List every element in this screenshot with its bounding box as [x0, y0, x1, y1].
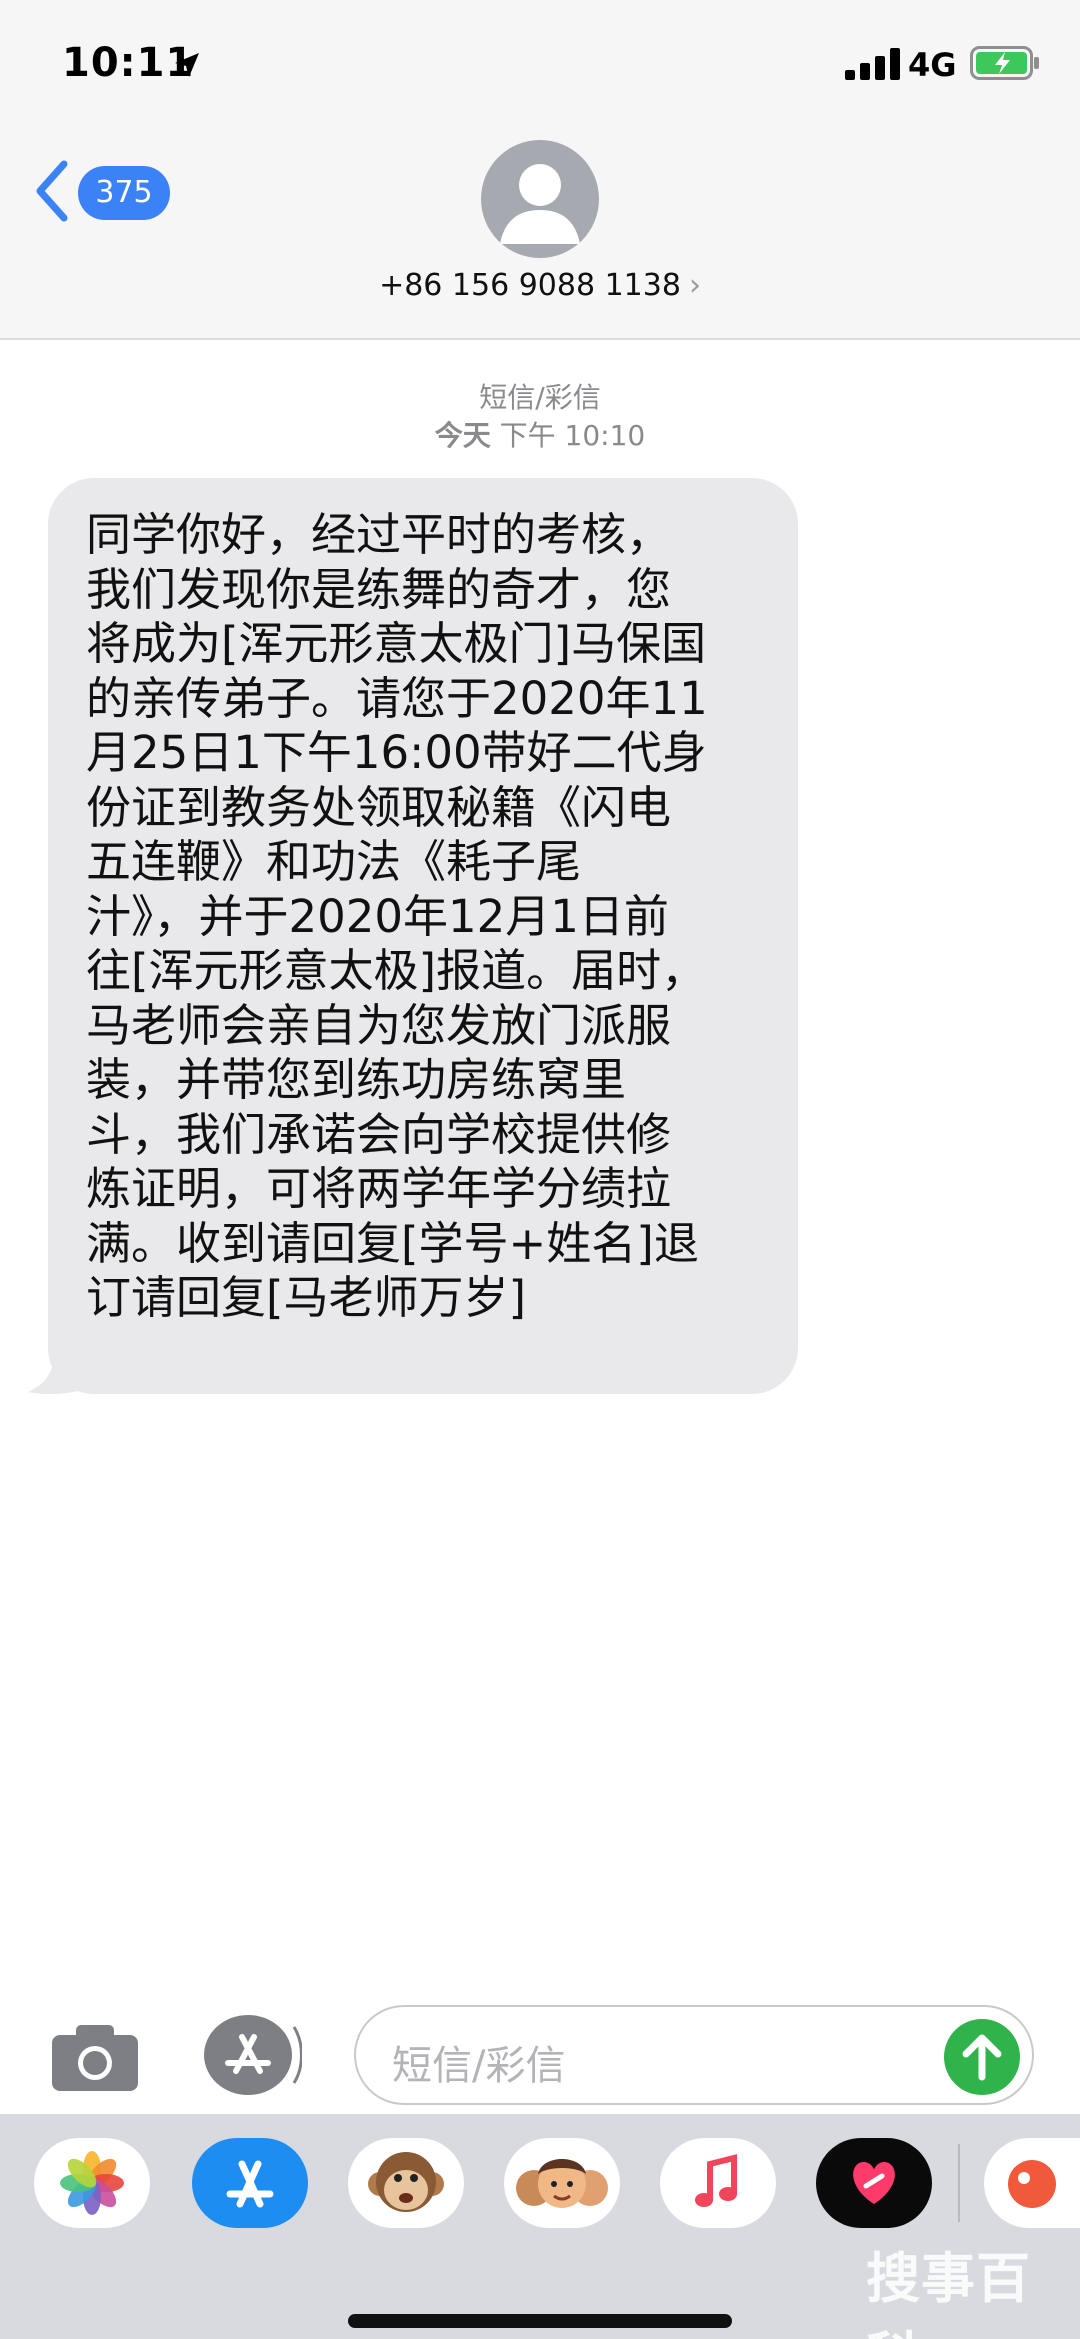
- status-bar: 10:11 4G: [0, 0, 1080, 130]
- drawer-divider: [958, 2144, 960, 2222]
- photos-icon[interactable]: [34, 2138, 150, 2228]
- message-input-placeholder: 短信/彩信: [392, 2043, 566, 2089]
- app-store-drawer-icon[interactable]: [202, 2013, 302, 2097]
- timestamp-day: 今天: [434, 419, 491, 452]
- conversation-header: 375 +86 156 9088 1138 ›: [0, 130, 1080, 340]
- imessage-app-drawer: 搜事百科: [0, 2114, 1080, 2339]
- chevron-left-icon: [36, 160, 68, 222]
- partial-app-icon[interactable]: [984, 2138, 1080, 2228]
- app-store-glyph: [226, 2160, 274, 2208]
- heart-touch-glyph: [853, 2162, 895, 2204]
- monkey-glyph: [368, 2152, 444, 2212]
- composer-row: 短信/彩信: [0, 1995, 1080, 2115]
- message-type-label: 短信/彩信: [479, 381, 601, 414]
- unread-count-badge: 375: [78, 166, 170, 220]
- digital-touch-icon[interactable]: [816, 2138, 932, 2228]
- memoji-icon[interactable]: [504, 2138, 620, 2228]
- network-type: 4G: [908, 46, 957, 84]
- music-icon[interactable]: [660, 2138, 776, 2228]
- watermark: 搜事百科: [866, 2247, 1031, 2339]
- message-input[interactable]: 短信/彩信: [354, 2005, 1034, 2105]
- music-note-glyph: [695, 2154, 737, 2207]
- contact-number: +86 156 9088 1138: [379, 268, 681, 303]
- memoji-glyph: [516, 2159, 608, 2208]
- cellular-signal-icon: [845, 48, 900, 80]
- back-button[interactable]: 375: [34, 158, 184, 224]
- person-silhouette-icon: [500, 164, 580, 244]
- app-store-icon[interactable]: [192, 2138, 308, 2228]
- message-text: 同学你好，经过平时的考核， 我们发现你是练舞的奇才，您 将成为[浑元形意太极门]…: [86, 508, 708, 1324]
- contact-avatar[interactable]: [481, 140, 599, 258]
- arrow-up-icon: [962, 2034, 1002, 2081]
- timestamp-time: 下午 10:10: [499, 419, 646, 452]
- contact-info-link[interactable]: +86 156 9088 1138 ›: [0, 268, 1080, 303]
- photos-glyph: [60, 2151, 124, 2215]
- animoji-monkey-icon[interactable]: [348, 2138, 464, 2228]
- partial-app-glyph: [1008, 2160, 1056, 2208]
- home-indicator[interactable]: [348, 2314, 732, 2328]
- camera-icon[interactable]: [50, 2021, 140, 2093]
- battery-charging-icon: [970, 46, 1039, 80]
- incoming-message-bubble[interactable]: 同学你好，经过平时的考核， 我们发现你是练舞的奇才，您 将成为[浑元形意太极门]…: [48, 478, 798, 1394]
- send-button[interactable]: [944, 2019, 1020, 2095]
- chevron-right-icon: ›: [688, 268, 701, 303]
- message-timestamp: 今天 下午 10:10: [0, 414, 1080, 454]
- location-arrow-icon: [175, 53, 199, 77]
